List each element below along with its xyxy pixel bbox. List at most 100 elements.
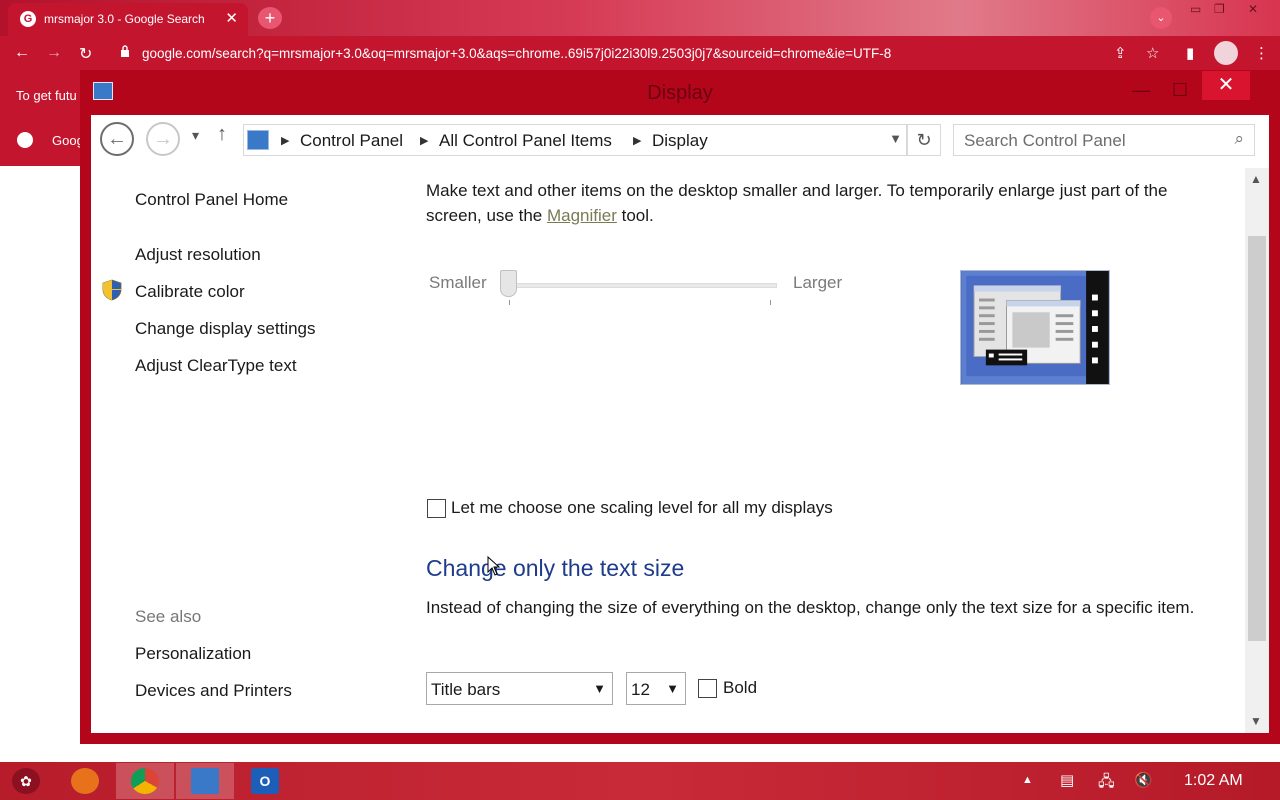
- volume-muted-icon[interactable]: 🔇: [1134, 771, 1153, 789]
- scrollbar-thumb[interactable]: [1248, 236, 1266, 641]
- close-window-button[interactable]: ✕: [1202, 71, 1250, 100]
- text-item-select-value: Title bars: [431, 680, 501, 699]
- display-preview-image: [960, 270, 1110, 385]
- recent-locations-chevron-icon[interactable]: ▾: [192, 127, 199, 144]
- menu-kebab-icon[interactable]: ⋮: [1254, 44, 1269, 62]
- page-banner: To get futu Goog: [0, 70, 84, 166]
- taskbar: ✿ O ▲ ▤ 🖧 🔇 1:02 AM: [0, 762, 1280, 800]
- browser-minimize-icon[interactable]: ▭: [1190, 2, 1201, 16]
- browser-tab-strip: G mrsmajor 3.0 - Google Search ✕ + ⌄ ▭ ❐…: [0, 0, 1280, 36]
- breadcrumb-control-panel[interactable]: Control Panel: [300, 131, 403, 151]
- chrome-icon: [131, 768, 159, 794]
- search-icon[interactable]: ⌕: [1234, 129, 1244, 149]
- lock-icon: [121, 45, 129, 57]
- scaling-description: Make text and other items on the desktop…: [426, 178, 1226, 228]
- action-center-icon[interactable]: ▤: [1060, 771, 1074, 789]
- start-button[interactable]: ✿: [0, 763, 50, 799]
- taskbar-outlook[interactable]: O: [236, 763, 294, 799]
- control-panel-icon: [191, 768, 219, 794]
- tab-search-icon[interactable]: ⌄: [1150, 7, 1172, 29]
- window-title: Display: [647, 82, 713, 104]
- outlook-icon: O: [251, 768, 279, 794]
- taskbar-control-panel[interactable]: [176, 763, 234, 799]
- minimize-icon[interactable]: —: [1132, 80, 1150, 101]
- personalization-link[interactable]: Personalization: [135, 644, 251, 664]
- up-arrow-icon[interactable]: ↑: [217, 123, 227, 146]
- control-panel-window: Display — ☐ ✕ ← → ▾ ↑ ▶ Control Panel ▶ …: [80, 70, 1280, 744]
- scroll-up-icon[interactable]: ▲: [1250, 172, 1262, 186]
- text-item-select[interactable]: Title bars ▼: [426, 672, 613, 705]
- browser-restore-icon[interactable]: ❐: [1214, 2, 1225, 16]
- bookmark-star-icon[interactable]: ☆: [1146, 44, 1159, 62]
- computer-icon: [247, 130, 269, 150]
- text-size-heading: Change only the text size: [426, 555, 685, 581]
- profile-avatar[interactable]: [1214, 41, 1238, 65]
- breadcrumb-separator-icon[interactable]: ▶: [633, 134, 641, 147]
- mouse-cursor-icon: [487, 556, 501, 576]
- breadcrumb-display[interactable]: Display: [652, 131, 708, 151]
- address-dropdown-icon[interactable]: ▼: [889, 131, 902, 146]
- vertical-scrollbar[interactable]: ▲ ▼: [1245, 168, 1269, 733]
- search-placeholder: Search Control Panel: [964, 131, 1126, 150]
- breadcrumb-separator-icon[interactable]: ▶: [420, 134, 428, 147]
- adjust-cleartype-link[interactable]: Adjust ClearType text: [135, 356, 297, 376]
- slider-max-label: Larger: [793, 273, 843, 292]
- control-panel-body: ← → ▾ ↑ ▶ Control Panel ▶ All Control Pa…: [91, 115, 1269, 733]
- reload-icon[interactable]: ↻: [79, 44, 92, 64]
- chevron-down-icon: ▼: [593, 681, 606, 696]
- taskbar-chrome[interactable]: [116, 763, 174, 799]
- change-display-settings-link[interactable]: Change display settings: [135, 319, 316, 339]
- scaling-level-checkbox[interactable]: [427, 499, 446, 518]
- text-size-select-value: 12: [631, 680, 650, 699]
- new-tab-button[interactable]: +: [258, 7, 282, 29]
- bold-label[interactable]: Bold: [723, 678, 757, 698]
- tab-close-icon[interactable]: ✕: [225, 9, 238, 27]
- google-favicon-icon: G: [20, 11, 36, 27]
- see-also-heading: See also: [135, 607, 202, 626]
- side-panel-icon[interactable]: ▮: [1186, 44, 1194, 62]
- uac-shield-icon: [102, 279, 122, 301]
- scroll-down-icon[interactable]: ▼: [1250, 714, 1262, 728]
- text-size-select[interactable]: 12 ▼: [626, 672, 686, 705]
- search-input[interactable]: Search Control Panel ⌕: [953, 124, 1255, 156]
- bold-checkbox[interactable]: [698, 679, 717, 698]
- chevron-down-icon: ▼: [666, 681, 679, 696]
- slider-tick: [770, 300, 771, 305]
- chrome-result-icon: [17, 132, 33, 148]
- calibrate-color-link[interactable]: Calibrate color: [135, 282, 245, 302]
- magnifier-link[interactable]: Magnifier: [547, 206, 617, 225]
- browser-close-icon[interactable]: ✕: [1248, 2, 1258, 16]
- taskbar-clock[interactable]: 1:02 AM: [1184, 772, 1243, 790]
- maximize-icon[interactable]: ☐: [1172, 80, 1188, 101]
- slider-tick: [509, 300, 510, 305]
- banner-text: To get futu: [16, 88, 77, 103]
- adjust-resolution-link[interactable]: Adjust resolution: [135, 245, 261, 265]
- scaling-level-label[interactable]: Let me choose one scaling level for all …: [451, 498, 833, 518]
- description-text: Make text and other items on the desktop…: [426, 181, 1168, 225]
- text-size-description: Instead of changing the size of everythi…: [426, 598, 1195, 617]
- slider-min-label: Smaller: [429, 273, 487, 292]
- scaling-slider-thumb[interactable]: [500, 270, 517, 297]
- back-button[interactable]: ←: [100, 122, 134, 156]
- scaling-slider[interactable]: [505, 283, 777, 288]
- breadcrumb-all-items[interactable]: All Control Panel Items: [439, 131, 612, 151]
- refresh-button[interactable]: ↻: [907, 124, 941, 156]
- url-text: google.com/search?q=mrsmajor+3.0&oq=mrsm…: [142, 46, 892, 61]
- share-icon[interactable]: ⇪: [1114, 44, 1127, 62]
- omnibox[interactable]: google.com/search?q=mrsmajor+3.0&oq=mrsm…: [110, 39, 1170, 67]
- taskbar-firefox[interactable]: [56, 763, 114, 799]
- forward-arrow-icon[interactable]: →: [46, 44, 62, 62]
- browser-toolbar: ← → ↻ google.com/search?q=mrsmajor+3.0&o…: [0, 36, 1280, 70]
- start-orb-icon: ✿: [12, 768, 40, 794]
- control-panel-home-link[interactable]: Control Panel Home: [135, 190, 288, 210]
- devices-and-printers-link[interactable]: Devices and Printers: [135, 681, 292, 701]
- tab-title: mrsmajor 3.0 - Google Search: [44, 12, 205, 26]
- address-bar[interactable]: ▶ Control Panel ▶ All Control Panel Item…: [243, 124, 907, 156]
- browser-tab[interactable]: G mrsmajor 3.0 - Google Search ✕: [8, 3, 248, 36]
- breadcrumb-separator-icon[interactable]: ▶: [281, 134, 289, 147]
- forward-button[interactable]: →: [146, 122, 180, 156]
- back-arrow-icon[interactable]: ←: [14, 44, 30, 62]
- show-hidden-icons-icon[interactable]: ▲: [1022, 774, 1033, 786]
- network-icon[interactable]: 🖧: [1098, 771, 1115, 796]
- firefox-icon: [71, 768, 99, 794]
